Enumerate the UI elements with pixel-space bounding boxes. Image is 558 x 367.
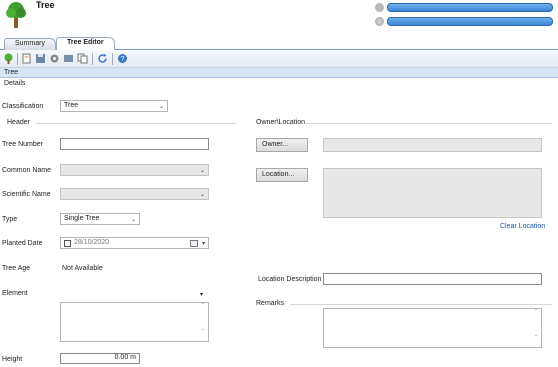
user-icon bbox=[375, 3, 384, 12]
new-tree-icon[interactable] bbox=[3, 53, 14, 64]
status-field[interactable] bbox=[375, 17, 555, 27]
chevron-down-icon: ⌄ bbox=[158, 104, 164, 110]
classification-label: Classification bbox=[2, 103, 44, 110]
owner-location-divider bbox=[306, 123, 552, 124]
section-bar: Tree bbox=[0, 68, 558, 78]
planted-date-picker[interactable]: 28/10/2020 ▾ bbox=[60, 237, 209, 249]
owner-button[interactable]: Owner... bbox=[256, 138, 308, 152]
help-icon[interactable]: ? bbox=[117, 53, 128, 64]
planted-date-value: 28/10/2020 bbox=[74, 239, 110, 246]
remarks-textarea[interactable]: ˆˇ bbox=[323, 308, 542, 348]
app-title: Tree bbox=[36, 0, 55, 10]
tree-age-value: Not Available bbox=[62, 265, 103, 272]
common-name-label: Common Name bbox=[2, 167, 52, 174]
tree-number-input[interactable] bbox=[60, 138, 209, 150]
status-icon bbox=[375, 17, 384, 26]
calendar-icon[interactable] bbox=[190, 240, 198, 247]
date-checkbox[interactable] bbox=[64, 240, 71, 247]
classification-select[interactable]: Tree ⌄ bbox=[60, 100, 168, 112]
refresh-icon[interactable] bbox=[97, 53, 108, 64]
element-label: Element bbox=[2, 290, 28, 297]
copy-icon[interactable] bbox=[77, 53, 88, 64]
chevron-down-icon: ⌄ bbox=[199, 168, 205, 174]
view-icon[interactable] bbox=[63, 53, 74, 64]
owner-location-label: Owner\Location bbox=[256, 119, 306, 126]
location-button[interactable]: Location... bbox=[256, 168, 308, 182]
common-name-select[interactable]: ⌄ bbox=[60, 164, 209, 176]
user-field[interactable] bbox=[375, 3, 555, 13]
document-icon[interactable] bbox=[21, 53, 32, 64]
element-textarea[interactable]: ˆˇ bbox=[60, 302, 209, 342]
toolbar-separator bbox=[112, 53, 113, 65]
header-divider bbox=[36, 123, 236, 124]
app-header: Tree bbox=[0, 0, 558, 36]
toolbar-separator bbox=[92, 53, 93, 65]
type-select[interactable]: Single Tree ⌄ bbox=[60, 213, 140, 225]
svg-text:?: ? bbox=[121, 56, 125, 63]
toolbar: ? bbox=[0, 50, 558, 68]
settings-icon[interactable] bbox=[49, 53, 60, 64]
remarks-divider bbox=[290, 304, 552, 305]
scientific-name-label: Scientific Name bbox=[2, 191, 51, 198]
height-label: Height bbox=[2, 356, 23, 363]
tab-strip: Summary Tree Editor bbox=[0, 36, 558, 51]
element-dropdown-icon[interactable]: ▾ bbox=[200, 291, 203, 298]
planted-date-label: Planted Date bbox=[2, 240, 43, 247]
tree-number-label: Tree Number bbox=[2, 141, 43, 148]
details-label: Details bbox=[4, 80, 26, 87]
user-bar bbox=[387, 3, 553, 12]
classification-value: Tree bbox=[64, 102, 79, 109]
height-input[interactable]: 0.00 m bbox=[60, 353, 140, 364]
tree-age-label: Tree Age bbox=[2, 265, 31, 272]
tree-icon bbox=[6, 2, 26, 28]
scrollbar[interactable]: ˆˇ bbox=[199, 304, 207, 340]
location-description-label: Location Description bbox=[258, 276, 322, 283]
owner-field bbox=[323, 138, 542, 152]
location-description-input[interactable] bbox=[323, 273, 542, 285]
scrollbar[interactable]: ˆˇ bbox=[532, 310, 540, 346]
scientific-name-select[interactable]: ⌄ bbox=[60, 188, 209, 200]
location-field bbox=[323, 168, 542, 218]
chevron-down-icon: ⌄ bbox=[130, 217, 136, 223]
clear-location-link[interactable]: Clear Location bbox=[500, 223, 545, 230]
chevron-down-icon: ▾ bbox=[201, 241, 205, 247]
tab-tree-editor[interactable]: Tree Editor bbox=[56, 37, 115, 51]
chevron-down-icon: ⌄ bbox=[199, 192, 205, 198]
header-group-label: Header bbox=[7, 119, 30, 126]
toolbar-separator bbox=[17, 53, 18, 65]
save-icon[interactable] bbox=[35, 53, 46, 64]
remarks-label: Remarks bbox=[256, 300, 285, 307]
section-title: Tree bbox=[4, 69, 19, 76]
tab-summary[interactable]: Summary bbox=[4, 38, 56, 50]
status-bar bbox=[387, 17, 553, 26]
type-value: Single Tree bbox=[64, 215, 100, 222]
type-label: Type bbox=[2, 216, 18, 223]
